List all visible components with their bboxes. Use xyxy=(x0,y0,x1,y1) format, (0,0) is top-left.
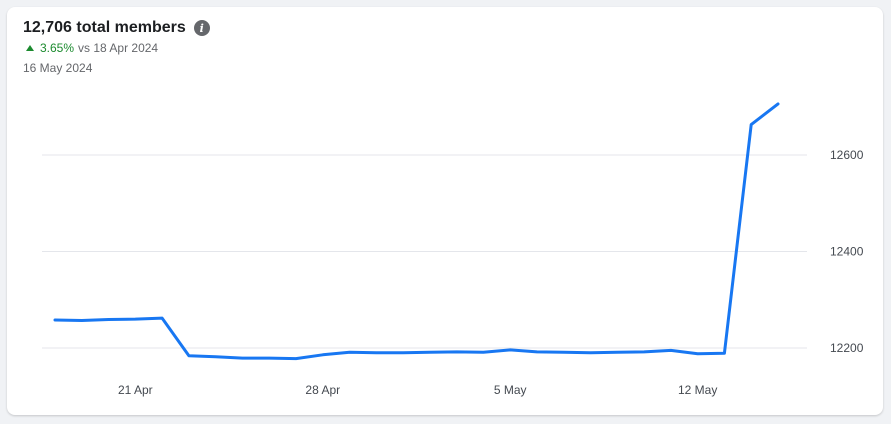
y-tick-label: 12200 xyxy=(830,341,864,355)
x-tick-label: 28 Apr xyxy=(305,383,340,397)
chart-card: 12,706 total members i 3.65% vs 18 Apr 2… xyxy=(7,7,883,415)
x-tick-label: 12 May xyxy=(678,383,717,397)
members-series-line xyxy=(53,102,780,361)
x-tick-label: 5 May xyxy=(494,383,527,397)
y-tick-label: 12600 xyxy=(830,148,864,162)
y-tick-label: 12400 xyxy=(830,245,864,259)
x-tick-label: 21 Apr xyxy=(118,383,153,397)
members-line-chart: 12200 12400 12600 21 Apr 28 Apr 5 May 12 May xyxy=(42,102,864,397)
